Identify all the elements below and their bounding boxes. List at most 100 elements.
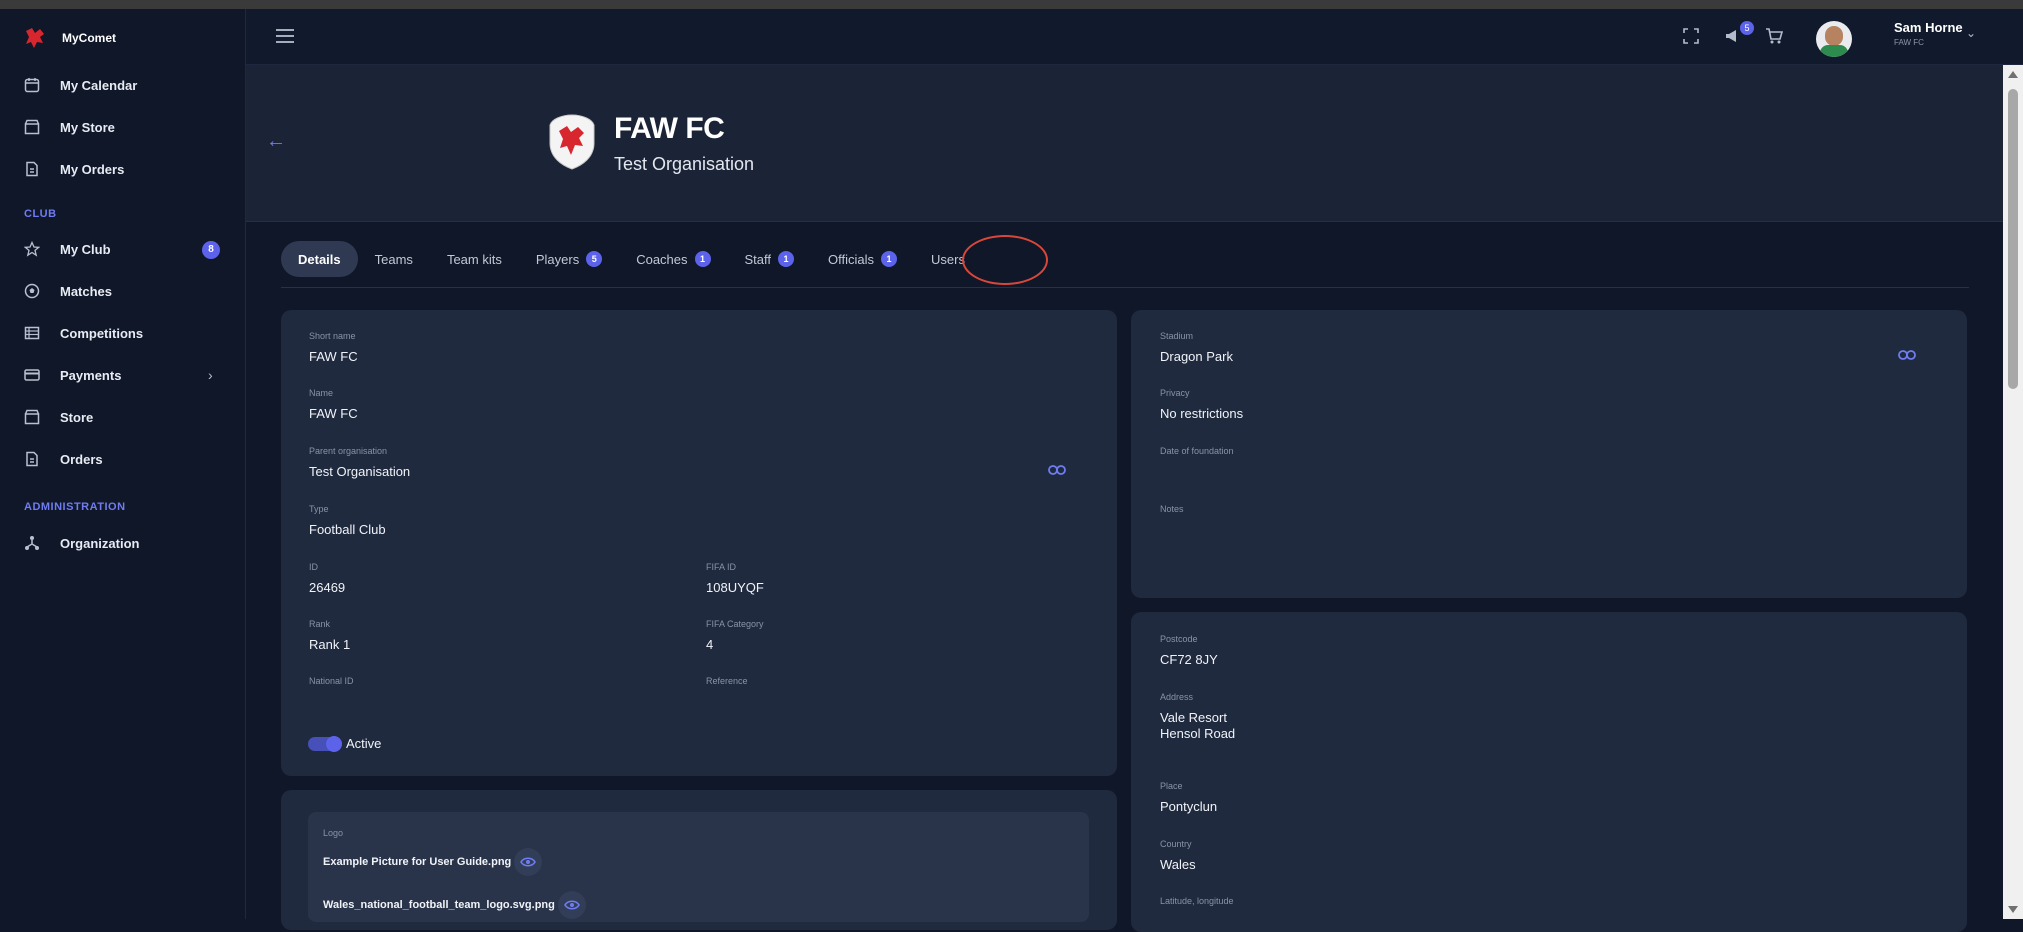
avatar[interactable] [1816, 21, 1852, 57]
sidebar-item-label: Store [60, 409, 94, 425]
sidebar-item-my-calendar[interactable]: My Calendar [22, 75, 137, 95]
national-id-label: National ID [309, 676, 354, 686]
sidebar-item-label: Competitions [60, 325, 144, 341]
logo-file-name: Wales_national_football_team_logo.svg.pn… [323, 899, 555, 911]
back-arrow-icon[interactable]: ← [266, 130, 286, 153]
tab-staff[interactable]: Staff 1 [728, 241, 812, 277]
sidebar-item-label: Organization [60, 535, 140, 551]
store-icon [22, 407, 42, 427]
logo-label: Logo [323, 828, 344, 838]
sidebar-item-label: My Calendar [60, 77, 138, 93]
fifa-category-value: 4 [706, 637, 714, 652]
extra-info-card [1131, 310, 1967, 598]
football-icon [22, 281, 42, 301]
eye-icon[interactable] [514, 848, 542, 876]
tab-officials[interactable]: Officials 1 [811, 241, 914, 277]
megaphone-icon[interactable] [1724, 28, 1742, 49]
link-icon[interactable] [1898, 348, 1916, 364]
tab-label: Staff [744, 251, 772, 267]
tab-badge: 1 [694, 251, 711, 267]
list-icon [22, 323, 42, 343]
tab-players[interactable]: Players 5 [519, 241, 619, 277]
sidebar-item-label: Orders [60, 451, 103, 467]
stadium-label: Stadium [1160, 331, 1194, 341]
country-value: Wales [1160, 857, 1196, 872]
star-icon [22, 239, 42, 259]
active-toggle[interactable] [308, 736, 342, 752]
sidebar-item-store[interactable]: Store [22, 407, 93, 427]
page-scrollbar[interactable] [2003, 65, 2023, 919]
cart-icon[interactable] [1765, 27, 1784, 50]
hamburger-menu-icon[interactable] [276, 29, 294, 47]
sidebar-item-competitions[interactable]: Competitions [22, 323, 143, 343]
sidebar-item-my-orders[interactable]: My Orders [22, 159, 124, 179]
tab-divider [281, 287, 1969, 288]
tab-label: Teams [374, 251, 413, 267]
reference-label: Reference [706, 676, 748, 686]
scrollbar-thumb[interactable] [2008, 89, 2018, 389]
type-label: Type [309, 504, 329, 514]
sidebar-item-label: My Orders [60, 161, 125, 177]
address-line2: Hensol Road [1160, 726, 1236, 741]
link-icon[interactable] [1048, 463, 1066, 479]
tab-label: Details [298, 251, 341, 267]
section-label-administration: ADMINISTRATION [24, 501, 126, 513]
tab-badge: 1 [881, 251, 898, 267]
place-label: Place [1160, 781, 1183, 791]
address-card [1131, 612, 1967, 932]
sidebar: MyComet My Calendar My Store My Orders C… [0, 9, 246, 919]
section-label-club: CLUB [24, 208, 57, 220]
rank-value: Rank 1 [309, 637, 351, 652]
sidebar-item-orders[interactable]: Orders [22, 449, 103, 469]
club-crest-icon [549, 114, 595, 170]
sidebar-item-label: My Club [60, 241, 111, 257]
notes-label: Notes [1160, 504, 1184, 514]
name-label: Name [309, 388, 334, 398]
brand[interactable]: MyComet [22, 25, 116, 51]
tab-team-kits[interactable]: Team kits [430, 241, 519, 277]
postcode-value: CF72 8JY [1160, 652, 1218, 667]
eye-icon[interactable] [558, 891, 586, 919]
postcode-label: Postcode [1160, 634, 1198, 644]
sidebar-item-my-club[interactable]: My Club [22, 239, 222, 259]
sidebar-item-label: My Store [60, 119, 115, 135]
app-name: MyComet [62, 31, 117, 45]
fifa-id-value: 108UYQF [706, 580, 764, 595]
tab-label: Users [931, 251, 965, 267]
short-name-label: Short name [309, 331, 356, 341]
tab-badge: 1 [778, 251, 795, 267]
browser-top-strip [0, 0, 2023, 9]
tab-label: Coaches [636, 251, 688, 267]
calendar-icon [22, 75, 42, 95]
privacy-value: No restrictions [1160, 406, 1244, 421]
address-label: Address [1160, 692, 1194, 702]
store-icon [22, 117, 42, 137]
user-club: FAW FC [1894, 38, 1924, 47]
my-club-badge: 8 [202, 241, 220, 259]
fifa-category-label: FIFA Category [706, 619, 764, 629]
sidebar-item-organization[interactable]: Organization [22, 533, 139, 553]
club-header [246, 65, 2006, 222]
place-value: Pontyclun [1160, 799, 1218, 814]
tab-coaches[interactable]: Coaches 1 [619, 241, 727, 277]
id-value: 26469 [309, 580, 346, 595]
sidebar-item-my-store[interactable]: My Store [22, 117, 115, 137]
tab-label: Team kits [446, 251, 502, 267]
user-name[interactable]: Sam Horne [1894, 20, 1963, 35]
sidebar-item-matches[interactable]: Matches [22, 281, 112, 301]
latlong-label: Latitude, longitude [1160, 896, 1234, 906]
tab-badge: 5 [586, 251, 603, 267]
foundation-label: Date of foundation [1160, 446, 1234, 456]
scroll-up-icon[interactable] [2008, 71, 2018, 78]
tab-teams[interactable]: Teams [358, 241, 430, 277]
card-icon [22, 365, 42, 385]
notification-badge: 5 [1740, 21, 1754, 35]
chevron-down-icon[interactable]: ⌄ [1966, 26, 1976, 40]
fifa-id-label: FIFA ID [706, 562, 737, 572]
sidebar-item-payments[interactable]: Payments [22, 365, 121, 385]
scroll-down-icon[interactable] [2008, 906, 2018, 913]
tab-label: Officials [828, 251, 875, 267]
tab-details[interactable]: Details [281, 241, 358, 277]
fullscreen-icon[interactable] [1682, 27, 1700, 50]
short-name-value: FAW FC [309, 349, 358, 364]
